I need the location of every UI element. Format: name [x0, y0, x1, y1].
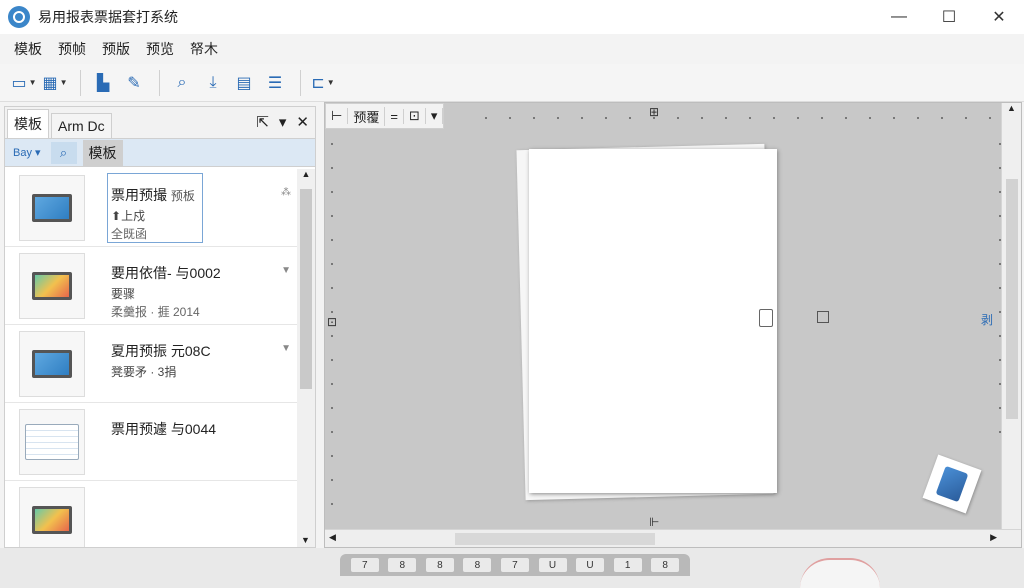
menu-item-3[interactable]: 预览 — [138, 39, 182, 59]
key: U — [538, 558, 567, 572]
canvas-tool-4[interactable]: ▾ — [426, 108, 444, 124]
key: 7 — [500, 558, 529, 572]
print-icon[interactable]: ▤ — [230, 69, 258, 97]
template-thumbnail — [19, 487, 85, 547]
tools-icon[interactable]: ▦ ▼ — [41, 69, 69, 97]
ruler-dots-top — [485, 117, 1005, 119]
app-window: 易用报表票据套打系统 — ☐ ✕ 模板 预帧 预版 预览 帑木 ▭ ▼ ▦ ▼ ▙ … — [0, 0, 1024, 548]
canvas-tool-3[interactable]: ⊡ — [404, 108, 426, 124]
canvas-vscrollbar[interactable]: ▲ — [1001, 103, 1021, 529]
item-menu-icon[interactable]: ⁂ — [281, 187, 291, 198]
template-thumbnail — [19, 331, 85, 397]
filter-select[interactable]: Bay ▾ — [9, 144, 45, 161]
list-scrollbar[interactable]: ▲ ▼ — [297, 169, 315, 547]
menu-item-1[interactable]: 预帧 — [50, 39, 94, 59]
key: 1 — [613, 558, 642, 572]
left-marker[interactable]: ⊡ — [327, 315, 337, 329]
canvas-anchor[interactable] — [817, 311, 829, 323]
item-menu-icon[interactable]: ▼ — [281, 265, 291, 276]
template-thumbnail — [19, 253, 85, 319]
page-resize-handle[interactable] — [759, 309, 773, 327]
bottom-marker[interactable]: ⊩ — [649, 515, 659, 529]
toolbar: ▭ ▼ ▦ ▼ ▙ ✎ ⌕ ⤓ ▤ ☰ ⊏ ▼ — [0, 64, 1024, 102]
tab-arm[interactable]: Arm Dc — [51, 113, 112, 138]
search-icon[interactable]: ⌕ — [168, 69, 196, 97]
list-scroll-thumb[interactable] — [300, 189, 312, 389]
list-item[interactable]: 要用依借- 与0002 要骤 柔羹报 · 捱 2014 ▼ — [5, 247, 297, 325]
menu-item-4[interactable]: 帑木 — [182, 39, 226, 59]
ruler-dots-left — [331, 143, 333, 523]
close-button[interactable]: ✕ — [974, 0, 1024, 34]
canvas-tool-0[interactable]: ⊢ — [326, 108, 349, 124]
app-logo-icon — [8, 6, 30, 28]
item-line1: 要骤 — [111, 287, 136, 301]
list-item[interactable]: 夏用预振 元08C 凳要矛 · 3捐 ▼ — [5, 325, 297, 403]
item-menu-icon[interactable]: ▼ — [281, 343, 291, 354]
canvas-hscroll-thumb[interactable] — [455, 533, 655, 545]
item-title: 要用依借- 与0002 — [111, 265, 221, 281]
key: 8 — [651, 558, 680, 572]
list-item[interactable] — [5, 481, 297, 547]
export-icon[interactable]: ⇱ — [256, 113, 269, 131]
canvas-toolbar: ⊢ 预覆 = ⊡ ▾ — [325, 103, 445, 129]
mouse — [800, 558, 880, 588]
key: 8 — [388, 558, 417, 572]
template-thumbnail — [19, 409, 85, 475]
keyboard: 7 8 8 8 7 U U 1 8 — [340, 554, 690, 576]
design-canvas[interactable]: ⊢ 预覆 = ⊡ ▾ ⊞ ⊡ 剥 ⊩ ▲ ◀ ▶ — [324, 102, 1022, 548]
template-panel: 模板 Arm Dc ⇱ ▾ ✕ Bay ▾ ⌕ 模板 票用预撮 预板 ⬆上戍 全… — [4, 106, 316, 548]
item-line1: 凳要矛 · 3捐 — [111, 365, 177, 379]
title-bar: 易用报表票据套打系统 — ☐ ✕ — [0, 0, 1024, 34]
menu-bar: 模板 预帧 预版 预览 帑木 — [0, 36, 226, 62]
layout-icon[interactable]: ⊏ ▼ — [309, 69, 337, 97]
search-icon[interactable]: ⌕ — [50, 141, 77, 164]
wand-icon[interactable]: ✎ — [120, 69, 148, 97]
book-icon[interactable]: ▙ — [89, 69, 117, 97]
item-tag: 预板 — [170, 189, 195, 203]
blank-page[interactable] — [529, 149, 777, 493]
key: U — [576, 558, 605, 572]
filter-label: 模板 — [82, 139, 123, 166]
menu-item-2[interactable]: 预版 — [94, 39, 138, 59]
toolbar-divider — [300, 69, 301, 96]
template-list: 票用预撮 预板 ⬆上戍 全既函 ⁂ 要用依借- 与0002 要骤 柔羹报 · 捱… — [5, 169, 297, 547]
template-thumbnail — [19, 175, 85, 241]
import-icon[interactable]: ⤓ — [199, 69, 227, 97]
open-folder-icon[interactable]: ▭ ▼ — [10, 69, 38, 97]
top-marker[interactable]: ⊞ — [649, 105, 659, 119]
item-title: 票用预遽 与0044 — [111, 421, 217, 437]
list-item[interactable]: 票用预遽 与0044 — [5, 403, 297, 481]
canvas-vscroll-thumb[interactable] — [1006, 179, 1018, 419]
window-title: 易用报表票据套打系统 — [38, 9, 178, 25]
item-line2: 全既函 — [111, 227, 148, 241]
item-title: 夏用预振 元08C — [111, 343, 211, 359]
right-marker[interactable]: 剥 — [981, 311, 993, 328]
key: 8 — [463, 558, 492, 572]
key: 7 — [350, 558, 379, 572]
close-icon[interactable]: ✕ — [296, 113, 309, 131]
list-item[interactable]: 票用预撮 预板 ⬆上戍 全既函 ⁂ — [5, 169, 297, 247]
canvas-hscrollbar[interactable]: ◀ ▶ — [325, 529, 1021, 547]
pen-icon[interactable] — [922, 454, 982, 514]
filter-bar: Bay ▾ ⌕ 模板 — [5, 139, 315, 167]
toolbar-divider — [80, 69, 81, 96]
chevron-down-icon[interactable]: ▾ — [279, 113, 287, 131]
list-icon[interactable]: ☰ — [261, 69, 289, 97]
tab-templates[interactable]: 模板 — [7, 109, 49, 138]
toolbar-divider — [159, 69, 160, 96]
maximize-button[interactable]: ☐ — [924, 0, 974, 34]
key: 8 — [425, 558, 454, 572]
item-title: 票用预撮 — [111, 187, 167, 203]
item-line2: 柔羹报 · 捱 2014 — [111, 305, 200, 319]
item-line1: ⬆上戍 — [111, 209, 146, 223]
canvas-tool-2[interactable]: = — [385, 108, 404, 124]
menu-item-0[interactable]: 模板 — [6, 39, 50, 59]
minimize-button[interactable]: — — [874, 0, 924, 34]
canvas-tool-1[interactable]: 预覆 — [348, 106, 386, 126]
